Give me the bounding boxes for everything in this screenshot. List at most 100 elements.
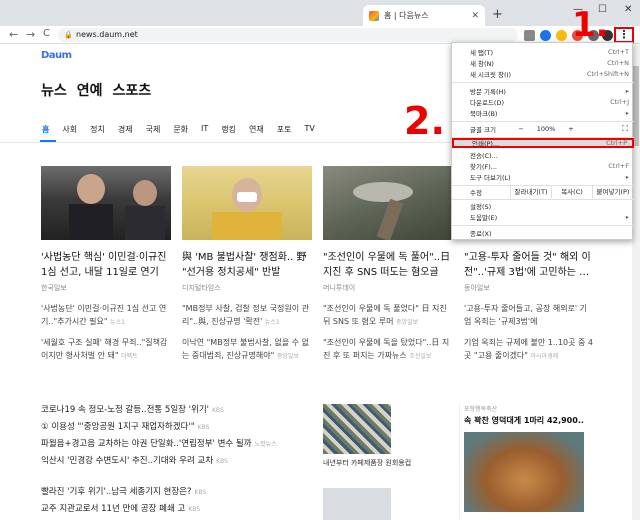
category-item[interactable]: IT <box>201 124 208 135</box>
zoom-out-button[interactable]: − <box>510 125 532 133</box>
photo-caption[interactable]: 내년부터 카페제품장 원회용컵 <box>323 458 411 468</box>
zoom-value: 100% <box>536 125 556 133</box>
copy-button[interactable]: 복사(C) <box>551 186 592 198</box>
ad-title[interactable]: 속 꽉찬 영덕대게 1마리 42,900.. <box>464 415 589 426</box>
menu-bookmarks[interactable]: 북마크(B) ▸ <box>452 108 634 118</box>
new-tab-button[interactable]: + <box>492 7 503 22</box>
news-source: 머니투데이 <box>323 284 356 292</box>
section-entertainment[interactable]: 연예 <box>77 80 103 100</box>
related-link[interactable]: '세월호 구조 실패' 해경 무죄.."질책감이지만 형사처벌 안 돼" 더팩트 <box>41 336 171 362</box>
tab-close-icon[interactable]: ✕ <box>471 11 479 21</box>
category-item[interactable]: 정치 <box>90 124 105 135</box>
chrome-menu-button[interactable]: ⋮ <box>614 27 634 43</box>
news-card[interactable]: "조선인이 우물에 독 풀어"..日 지진 후 SNS 떠도는 혐오글 머니투데… <box>323 166 453 362</box>
category-item[interactable]: 경제 <box>118 124 133 135</box>
category-item[interactable]: TV <box>305 124 315 135</box>
fullscreen-icon[interactable]: ⛶ <box>622 124 628 134</box>
category-item[interactable]: 문화 <box>173 124 188 135</box>
address-bar[interactable]: 🔒 news.daum.net <box>58 28 518 42</box>
related-link[interactable]: "MB정부 사찰, 검찰 정보 국정원이 관리"..與, 진상규명 '확전' 뉴… <box>182 302 312 328</box>
news-card[interactable]: '사법농단 핵심' 이민걸·이규진 1심 선고, 내달 11일로 연기 한국일보… <box>41 166 171 362</box>
menu-settings[interactable]: 설정(S) <box>452 201 634 211</box>
news-headline[interactable]: 與 'MB 불법사찰' 쟁점화.. 野 "선거용 정치공세" 반발 <box>182 250 312 280</box>
menu-find[interactable]: 찾기(F)... Ctrl+F <box>452 161 634 171</box>
category-item[interactable]: 국제 <box>146 124 161 135</box>
forward-button[interactable]: → <box>26 28 35 41</box>
news-source: 동아일보 <box>464 284 490 292</box>
related-link[interactable]: 기업 옥죄는 규제에 불만 1..10곳 중 4곳 "고용 줄이겠다" 아시아경… <box>464 336 594 362</box>
menu-new-window[interactable]: 새 창(N) Ctrl+N <box>452 58 634 68</box>
edit-label: 수정 <box>470 189 482 197</box>
list-item[interactable]: 코로나19 속 정모-노정 갈등..전통 5일장 '위기' KBS <box>41 402 311 419</box>
news-photo[interactable] <box>323 404 391 454</box>
news-photo[interactable] <box>323 488 391 520</box>
menu-downloads[interactable]: 다운로드(D) Ctrl+J <box>452 97 634 107</box>
category-item[interactable]: 연재 <box>249 124 264 135</box>
paste-button[interactable]: 붙여넣기(P) <box>592 186 633 198</box>
menu-more-tools[interactable]: 도구 더보기(L) ▸ <box>452 172 634 182</box>
list-item[interactable]: 파월음+경고음 교차하는 야권 단일화..'연립정부' 변수 될까 노컷뉴스 <box>41 436 311 453</box>
ad-image[interactable] <box>464 432 584 512</box>
news-source: 디지털타임스 <box>182 284 221 292</box>
step-2-annotation: 2. <box>404 99 445 143</box>
section-nav: 뉴스 연예 스포츠 <box>41 80 151 100</box>
menu-divider <box>452 199 634 200</box>
news-headline[interactable]: "조선인이 우물에 독 풀어"..日 지진 후 SNS 떠도는 혐오글 <box>323 250 453 280</box>
list-item[interactable]: ① 이용성 "'중앙공원 1지구 재업자하겠다'" KBS <box>41 419 311 436</box>
menu-history[interactable]: 방문 기록(H) ▸ <box>452 86 634 96</box>
zoom-in-button[interactable]: + <box>560 125 582 133</box>
news-list: 코로나19 속 정모-노정 갈등..전통 5일장 '위기' KBS ① 이용성 "… <box>41 402 311 518</box>
step-1-annotation: 1. <box>572 5 609 45</box>
related-link[interactable]: '사법농단' 이민걸·이규진 1심 선고 연기.."추가시간 필요" 뉴스1 <box>41 302 171 328</box>
news-photo[interactable] <box>323 166 453 240</box>
list-item[interactable]: 교주 지관교로서 11년 만에 공장 폐쇄 고 KBS <box>41 501 311 518</box>
category-active-indicator <box>40 140 56 142</box>
related-link[interactable]: 이낙연 "MB정부 불법사찰, 없을 수 없는 중대범죄, 진상규명해야" 중앙… <box>182 336 312 362</box>
chrome-menu: 새 탭(T) Ctrl+T 새 창(N) Ctrl+N 새 시크릿 창(I) Ctrl… <box>451 42 634 240</box>
category-item[interactable]: 랭킹 <box>221 124 236 135</box>
browser-tab[interactable]: 홈 | 다음뉴스 ✕ <box>363 5 485 26</box>
menu-new-tab[interactable]: 새 탭(T) Ctrl+T <box>452 47 634 57</box>
tab-strip: 홈 | 다음뉴스 ✕ + — ☐ ✕ <box>0 0 640 26</box>
news-photo[interactable] <box>41 166 171 240</box>
menu-print[interactable]: 인쇄(P)... Ctrl+P <box>452 138 634 148</box>
menu-divider <box>452 82 634 83</box>
menu-exit[interactable]: 종료(X) <box>452 228 634 238</box>
news-headline[interactable]: "고용-투자 줄어들 것" 해외 이전"..'규제 3법'에 고민하는 … <box>464 250 594 280</box>
lock-icon: 🔒 <box>64 31 73 39</box>
news-photo[interactable] <box>182 166 312 240</box>
category-item[interactable]: 포토 <box>277 124 292 135</box>
daum-logo[interactable]: Daum <box>41 50 72 61</box>
news-card[interactable]: 與 'MB 불법사찰' 쟁점화.. 野 "선거용 정치공세" 반발 디지털타임스… <box>182 166 312 362</box>
menu-edit-row: 수정 잘라내기(T) 복사(C) 붙여넣기(P) <box>452 186 634 198</box>
extension-icon[interactable] <box>556 30 567 41</box>
section-news[interactable]: 뉴스 <box>41 80 67 100</box>
menu-divider <box>452 225 634 226</box>
extension-icon[interactable] <box>540 30 551 41</box>
url-text: news.daum.net <box>76 30 138 39</box>
tab-title: 홈 | 다음뉴스 <box>384 11 429 20</box>
window-close-button[interactable]: ✕ <box>624 4 632 15</box>
menu-cast[interactable]: 전송(C)... <box>452 150 634 160</box>
related-link[interactable]: '고용-투자 줄어들고, 공장 해외로' 기업 옥죄는 '규제3법'에 <box>464 302 594 328</box>
cut-button[interactable]: 잘라내기(T) <box>510 186 551 198</box>
related-link[interactable]: "조선인이 우물에 독 풀었다" 日 지진 뒤 SNS 또 혐오 루머 중앙일보 <box>323 302 453 328</box>
category-item[interactable]: 사회 <box>62 124 77 135</box>
category-home[interactable]: 홈 <box>42 124 49 135</box>
ad-source: 포항행복축산 <box>464 406 498 413</box>
extension-icon[interactable] <box>524 30 535 41</box>
news-headline[interactable]: '사법농단 핵심' 이민걸·이규진 1심 선고, 내달 11일로 연기 <box>41 250 171 280</box>
back-button[interactable]: ← <box>9 28 18 41</box>
reload-button[interactable]: C <box>43 28 50 39</box>
menu-new-incognito[interactable]: 새 시크릿 창(I) Ctrl+Shift+N <box>452 69 634 79</box>
list-item[interactable]: 익산시 '민경강 수변도시' 추진..기대와 우려 교차 KBS <box>41 453 311 470</box>
daum-favicon-icon <box>369 10 379 21</box>
menu-help[interactable]: 도움말(E) ▸ <box>452 212 634 222</box>
zoom-label: 글꼴 크기 <box>470 126 496 134</box>
section-sports[interactable]: 스포츠 <box>113 80 152 100</box>
related-link[interactable]: "조선인이 우물에 독을 탔었다"..日 지진 후 또 퍼지는 가짜뉴스 조선일… <box>323 336 453 362</box>
category-nav: 홈 사회 정치 경제 국제 문화 IT 랭킹 연재 포토 TV <box>42 124 315 135</box>
menu-divider <box>452 121 634 122</box>
ad-banner[interactable]: 포항행복축산 속 꽉찬 영덕대게 1마리 42,900.. <box>459 404 589 520</box>
list-item[interactable]: 빨라진 '기후 위기'..남극 세종기지 현장은? KBS <box>41 484 311 501</box>
